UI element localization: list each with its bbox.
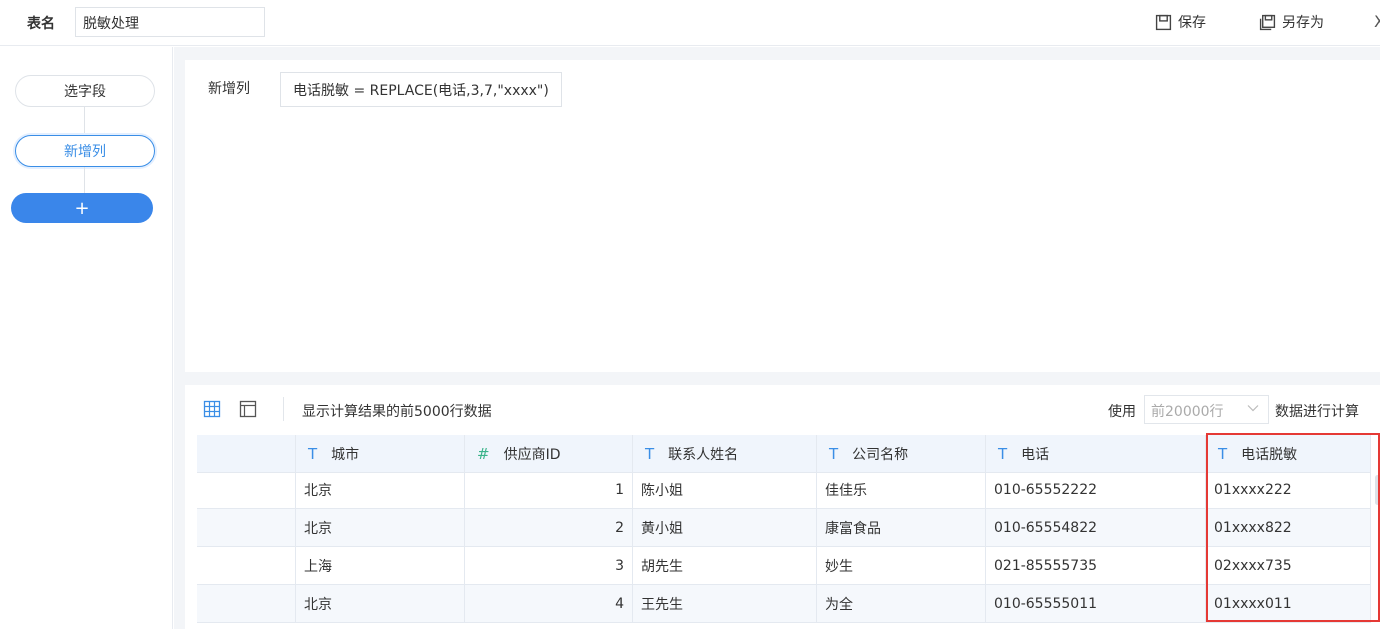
- step-connector: [84, 167, 85, 193]
- table-row[interactable]: 上海 3 胡先生 妙生 021-85555735 02xxxx735: [197, 547, 1371, 585]
- preview-info: 显示计算结果的前5000行数据: [302, 404, 492, 420]
- vertical-scrollbar[interactable]: [1375, 475, 1380, 505]
- column-header-masked-phone[interactable]: T 电话脱敏: [1206, 435, 1371, 473]
- table-cell: 北京: [296, 585, 465, 623]
- chevron-down-icon: [1247, 405, 1259, 412]
- table-cell: 北京: [296, 509, 465, 547]
- row-index-cell: [197, 509, 296, 547]
- column-header-phone[interactable]: T 电话: [986, 435, 1206, 473]
- text-type-icon: T: [645, 444, 655, 463]
- row-limit-value: 前20000行: [1151, 404, 1224, 420]
- editor-label: 新增列: [208, 81, 250, 97]
- column-header-label: 电话: [1021, 446, 1050, 463]
- table-cell: 北京: [296, 471, 465, 509]
- table-row[interactable]: 北京 2 黄小姐 康富食品 010-65554822 01xxxx822: [197, 509, 1371, 547]
- save-label: 保存: [1178, 15, 1206, 31]
- table-cell: 1: [465, 471, 633, 509]
- table-cell: 3: [465, 547, 633, 585]
- step-select-fields[interactable]: 选字段: [15, 75, 155, 107]
- compute-label: 数据进行计算: [1275, 404, 1359, 420]
- text-type-icon: T: [308, 444, 318, 463]
- table-cell: 01xxxx822: [1206, 509, 1371, 547]
- row-limit-select[interactable]: 前20000行: [1144, 395, 1269, 424]
- table-cell: 上海: [296, 547, 465, 585]
- table-cell: 01xxxx222: [1206, 471, 1371, 509]
- save-as-icon: [1259, 14, 1276, 30]
- table-cell: 02xxxx735: [1206, 547, 1371, 585]
- save-as-button[interactable]: 另存为: [1259, 12, 1324, 32]
- table-cell: 010-65555011: [986, 585, 1206, 623]
- row-index-header: [197, 435, 296, 473]
- table-cell: 4: [465, 585, 633, 623]
- table-header: T 城市 # 供应商ID T 联系人姓名 T 公司名称 T 电话 T 电话脱敏: [197, 435, 1371, 473]
- text-type-icon: T: [1218, 444, 1228, 463]
- add-step-button[interactable]: +: [11, 193, 153, 223]
- column-header-label: 公司名称: [852, 446, 909, 463]
- table-row[interactable]: 北京 4 王先生 为全 010-65555011 01xxxx011: [197, 585, 1371, 623]
- column-header-label: 电话脱敏: [1241, 446, 1298, 463]
- table-cell: 康富食品: [817, 509, 986, 547]
- top-bar: 表名 脱敏处理 保存 另存为 X: [0, 0, 1380, 46]
- text-type-icon: T: [829, 444, 839, 463]
- column-header-label: 供应商ID: [503, 446, 561, 463]
- steps-panel: 选字段 新增列 +: [0, 47, 173, 629]
- table-cell: 王先生: [633, 585, 817, 623]
- table-cell: 010-65552222: [986, 471, 1206, 509]
- save-as-label: 另存为: [1282, 15, 1324, 31]
- column-header-contact-name[interactable]: T 联系人姓名: [633, 435, 817, 473]
- toolbar-divider: [283, 397, 284, 421]
- table-cell: 陈小姐: [633, 471, 817, 509]
- layout-view-icon[interactable]: [239, 400, 257, 418]
- column-header-label: 城市: [331, 446, 360, 463]
- column-header-company-name[interactable]: T 公司名称: [817, 435, 986, 473]
- table-name-label: 表名: [27, 16, 55, 32]
- use-label: 使用: [1108, 404, 1136, 420]
- table-cell: 2: [465, 509, 633, 547]
- table-cell: 黄小姐: [633, 509, 817, 547]
- save-button[interactable]: 保存: [1155, 12, 1206, 32]
- row-index-cell: [197, 547, 296, 585]
- table-cell: 为全: [817, 585, 986, 623]
- close-icon[interactable]: X: [1374, 12, 1380, 31]
- row-index-cell: [197, 471, 296, 509]
- column-header-city[interactable]: T 城市: [296, 435, 465, 473]
- formula-field[interactable]: 电话脱敏 = REPLACE(电话,3,7,"xxxx"): [280, 72, 562, 107]
- table-cell: 佳佳乐: [817, 471, 986, 509]
- preview-panel: 显示计算结果的前5000行数据 使用 前20000行 数据进行计算 T 城市 # 供…: [185, 385, 1380, 629]
- table-cell: 01xxxx011: [1206, 585, 1371, 623]
- table-row[interactable]: 北京 1 陈小姐 佳佳乐 010-65552222 01xxxx222: [197, 471, 1371, 509]
- table-name-input[interactable]: 脱敏处理: [75, 7, 265, 37]
- grid-view-icon[interactable]: [203, 400, 221, 418]
- text-type-icon: T: [998, 444, 1008, 463]
- table-cell: 010-65554822: [986, 509, 1206, 547]
- row-index-cell: [197, 585, 296, 623]
- number-type-icon: #: [477, 444, 490, 463]
- table-cell: 妙生: [817, 547, 986, 585]
- table-cell: 胡先生: [633, 547, 817, 585]
- save-icon: [1155, 14, 1172, 30]
- column-header-label: 联系人姓名: [668, 446, 739, 463]
- column-header-supplier-id[interactable]: # 供应商ID: [465, 435, 633, 473]
- step-add-column[interactable]: 新增列: [15, 135, 155, 167]
- step-connector: [84, 107, 85, 135]
- formula-editor-panel: 新增列 电话脱敏 = REPLACE(电话,3,7,"xxxx"): [185, 60, 1380, 372]
- table-cell: 021-85555735: [986, 547, 1206, 585]
